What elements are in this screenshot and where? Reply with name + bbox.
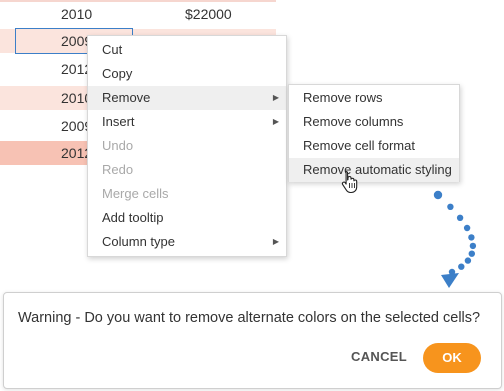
menu-item-copy[interactable]: Copy (88, 62, 286, 86)
menu-item-label: Remove automatic styling (303, 162, 452, 177)
submenu-item-remove-cell-format[interactable]: Remove cell format (289, 134, 459, 158)
menu-item-label: Insert (102, 114, 135, 129)
menu-item-remove[interactable]: Remove ▶ (88, 86, 286, 110)
submenu-arrow-icon: ▶ (272, 237, 279, 246)
arrow-dot (463, 224, 471, 232)
submenu-item-remove-columns[interactable]: Remove columns (289, 110, 459, 134)
menu-item-add-tooltip[interactable]: Add tooltip (88, 206, 286, 230)
table-row[interactable]: 2010 $22000 (0, 2, 276, 27)
menu-item-column-type[interactable]: Column type ▶ (88, 230, 286, 254)
arrow-dot (447, 203, 454, 210)
arrow-dot (469, 242, 477, 250)
menu-item-label: Remove rows (303, 90, 383, 105)
menu-item-label: Column type (102, 234, 175, 249)
menu-item-label: Undo (102, 138, 134, 153)
arrow-dot (433, 190, 443, 200)
menu-item-redo: Redo (88, 158, 286, 182)
cell-year[interactable]: 2010 (61, 2, 141, 26)
menu-item-undo: Undo (88, 134, 286, 158)
cancel-button[interactable]: CANCEL (338, 343, 420, 371)
menu-item-label: Remove (102, 90, 151, 105)
arrow-dot (458, 263, 465, 270)
dialog-message: Warning - Do you want to remove alternat… (18, 310, 481, 326)
cell-amount[interactable]: $22000 (185, 2, 275, 26)
arrow-dot (468, 234, 475, 241)
arrow-dot (448, 268, 456, 276)
submenu-item-remove-automatic-styling[interactable]: Remove automatic styling (289, 158, 459, 182)
arrow-head (441, 273, 459, 288)
menu-item-label: Copy (102, 66, 133, 81)
warning-dialog: Warning - Do you want to remove alternat… (3, 292, 502, 389)
context-menu: Cut Copy Remove ▶ Insert ▶ Undo Redo Merge… (87, 35, 287, 257)
hand-cursor-icon (341, 170, 358, 194)
menu-item-label: Redo (102, 162, 134, 177)
menu-item-label: Remove columns (303, 114, 404, 129)
ok-button[interactable]: OK (423, 343, 481, 373)
arrow-dot (456, 214, 464, 221)
remove-submenu: Remove rows Remove columns Remove cell f… (288, 84, 460, 182)
menu-item-label: Remove cell format (303, 138, 415, 153)
menu-item-merge-cells: Merge cells (88, 182, 286, 206)
menu-item-cut[interactable]: Cut (88, 38, 286, 62)
submenu-item-remove-rows[interactable]: Remove rows (289, 86, 459, 110)
submenu-arrow-icon: ▶ (272, 117, 279, 126)
menu-item-insert[interactable]: Insert ▶ (88, 110, 286, 134)
menu-item-label: Merge cells (102, 186, 169, 201)
menu-item-label: Cut (102, 42, 123, 57)
arrow-dot (464, 257, 472, 264)
arrow-dot (468, 250, 475, 257)
submenu-arrow-icon: ▶ (272, 93, 279, 102)
menu-item-label: Add tooltip (102, 210, 164, 225)
